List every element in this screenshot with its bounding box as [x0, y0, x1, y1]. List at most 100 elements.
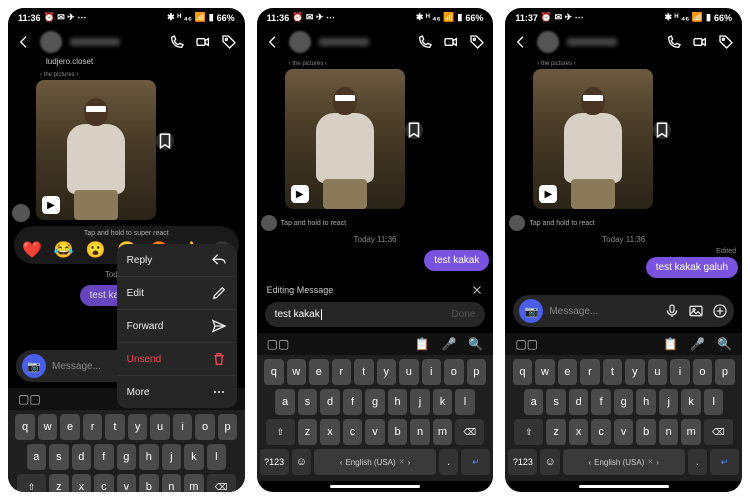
key-a[interactable]: a: [275, 389, 295, 415]
key-v[interactable]: v: [614, 419, 634, 445]
key-space[interactable]: ‹English (USA)✕›: [314, 449, 436, 475]
key-⇧[interactable]: ⇧: [17, 474, 46, 492]
key-y[interactable]: y: [377, 359, 397, 385]
key-p[interactable]: p: [715, 359, 735, 385]
back-icon[interactable]: [265, 34, 281, 50]
search-kb-icon[interactable]: 🔍: [468, 337, 483, 351]
menu-more[interactable]: More: [117, 376, 237, 408]
video-call-icon[interactable]: [195, 34, 211, 50]
key-f[interactable]: f: [591, 389, 611, 415]
key-y[interactable]: y: [625, 359, 645, 385]
key-k[interactable]: k: [433, 389, 453, 415]
home-indicator[interactable]: [330, 485, 420, 488]
close-icon[interactable]: [471, 284, 483, 296]
audio-call-icon[interactable]: [169, 34, 185, 50]
bookmark-icon[interactable]: [156, 132, 174, 150]
bookmark-icon[interactable]: [405, 121, 423, 139]
media-image[interactable]: ▶: [285, 69, 405, 209]
mic-kb-icon[interactable]: 🎤: [441, 337, 456, 351]
key-u[interactable]: u: [150, 414, 170, 440]
key-enter[interactable]: ↵: [710, 449, 739, 475]
key-n[interactable]: n: [162, 474, 182, 492]
key-c[interactable]: c: [343, 419, 363, 445]
key-o[interactable]: o: [693, 359, 713, 385]
keyboard[interactable]: qwertyuiop asdfghjkl ⇧zxcvbnm⌫ ?123 ☺ ‹E…: [8, 410, 245, 492]
key-⌫[interactable]: ⌫: [704, 419, 733, 445]
key-d[interactable]: d: [320, 389, 340, 415]
key-f[interactable]: f: [343, 389, 363, 415]
key-o[interactable]: o: [444, 359, 464, 385]
key-w[interactable]: w: [38, 414, 58, 440]
key-l[interactable]: l: [455, 389, 475, 415]
search-kb-icon[interactable]: 🔍: [717, 337, 732, 351]
key-h[interactable]: h: [139, 444, 159, 470]
shared-media-card[interactable]: › the pictures ‹ ▶: [36, 72, 156, 220]
sender-avatar[interactable]: [12, 204, 30, 222]
key-l[interactable]: l: [704, 389, 724, 415]
key-k[interactable]: k: [681, 389, 701, 415]
key-e[interactable]: e: [309, 359, 329, 385]
gboard-squares-icon[interactable]: ▢▢: [18, 392, 41, 406]
key-e[interactable]: e: [60, 414, 80, 440]
video-call-icon[interactable]: [443, 34, 459, 50]
key-⇧[interactable]: ⇧: [514, 419, 543, 445]
key-y[interactable]: y: [128, 414, 148, 440]
camera-button[interactable]: 📷: [22, 354, 46, 378]
key-c[interactable]: c: [591, 419, 611, 445]
clipboard-icon[interactable]: 📋: [414, 337, 429, 351]
gallery-icon[interactable]: [688, 303, 704, 319]
key-z[interactable]: z: [298, 419, 318, 445]
key-i[interactable]: i: [422, 359, 442, 385]
key-i[interactable]: i: [670, 359, 690, 385]
key-j[interactable]: j: [162, 444, 182, 470]
key-h[interactable]: h: [388, 389, 408, 415]
menu-reply[interactable]: Reply: [117, 244, 237, 277]
username[interactable]: [567, 38, 617, 46]
key-b[interactable]: b: [139, 474, 159, 492]
key-r[interactable]: r: [580, 359, 600, 385]
key-u[interactable]: u: [648, 359, 668, 385]
key-d[interactable]: d: [569, 389, 589, 415]
key-g[interactable]: g: [614, 389, 634, 415]
key-s[interactable]: s: [49, 444, 69, 470]
key-x[interactable]: x: [72, 474, 92, 492]
key-t[interactable]: t: [603, 359, 623, 385]
key-z[interactable]: z: [49, 474, 69, 492]
key-numbers[interactable]: ?123: [260, 449, 289, 475]
key-g[interactable]: g: [117, 444, 137, 470]
clipboard-icon[interactable]: 📋: [663, 337, 678, 351]
username[interactable]: [319, 38, 369, 46]
video-call-icon[interactable]: [692, 34, 708, 50]
key-g[interactable]: g: [365, 389, 385, 415]
back-icon[interactable]: [16, 34, 32, 50]
message-bubble-edited[interactable]: test kakak galuh: [646, 257, 738, 278]
mic-icon[interactable]: [664, 303, 680, 319]
gboard-squares-icon[interactable]: ▢▢: [267, 337, 290, 351]
shared-media-card[interactable]: › the pictures ‹ ▶: [533, 61, 653, 209]
message-bubble[interactable]: test kakak: [424, 250, 489, 271]
message-input[interactable]: Message...: [549, 306, 658, 317]
gboard-squares-icon[interactable]: ▢▢: [515, 337, 538, 351]
key-⌫[interactable]: ⌫: [455, 419, 484, 445]
done-button[interactable]: Done: [451, 309, 475, 320]
tag-icon[interactable]: [221, 34, 237, 50]
menu-forward[interactable]: Forward: [117, 310, 237, 343]
key-l[interactable]: l: [207, 444, 227, 470]
key-a[interactable]: a: [524, 389, 544, 415]
avatar[interactable]: [537, 31, 559, 53]
key-m[interactable]: m: [681, 419, 701, 445]
key-w[interactable]: w: [287, 359, 307, 385]
key-j[interactable]: j: [659, 389, 679, 415]
media-image[interactable]: ▶: [533, 69, 653, 209]
shared-media-card[interactable]: › the pictures ‹ ▶: [285, 61, 405, 209]
key-c[interactable]: c: [94, 474, 114, 492]
key-b[interactable]: b: [388, 419, 408, 445]
key-o[interactable]: o: [195, 414, 215, 440]
key-m[interactable]: m: [433, 419, 453, 445]
key-numbers[interactable]: ?123: [508, 449, 537, 475]
key-n[interactable]: n: [410, 419, 430, 445]
edit-input[interactable]: test kakak Done: [265, 302, 486, 327]
key-h[interactable]: h: [636, 389, 656, 415]
key-x[interactable]: x: [569, 419, 589, 445]
key-period[interactable]: .: [439, 449, 459, 475]
